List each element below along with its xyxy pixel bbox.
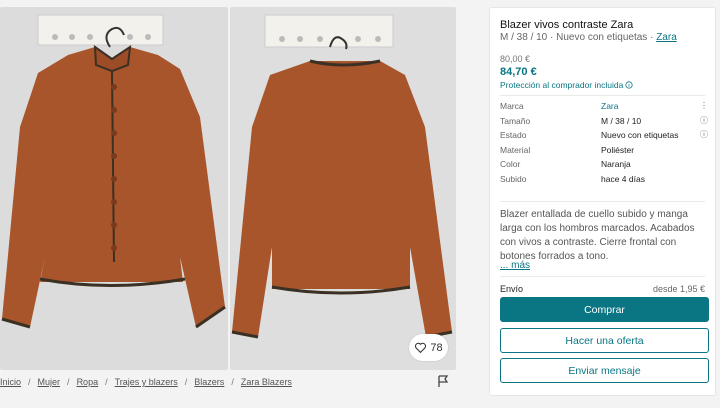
buy-button[interactable]: Comprar: [500, 297, 709, 322]
detail-value-brand[interactable]: Zara: [601, 101, 618, 111]
detail-key: Tamaño: [500, 115, 531, 126]
report-flag-icon[interactable]: [437, 375, 449, 388]
item-price: 80,00 €: [500, 54, 531, 64]
details-table: Marca Zara ⋮ Tamaño M / 38 / 10 ⓘ Estado…: [500, 101, 710, 188]
info-icon[interactable]: ⓘ: [700, 131, 708, 139]
info-icon: [625, 81, 633, 89]
shipping-label: Envío: [500, 284, 524, 294]
info-icon[interactable]: ⓘ: [700, 116, 708, 125]
listing-subtitle: M / 38 / 10 · Nuevo con etiquetas · Zara: [500, 32, 677, 43]
send-message-button[interactable]: Enviar mensaje: [500, 358, 709, 383]
detail-value: Poliéster: [601, 144, 635, 155]
breadcrumb-blazers[interactable]: Blazers: [194, 377, 224, 387]
breadcrumb: Inicio / Mujer / Ropa / Trajes y blazers / B…: [0, 377, 292, 387]
breadcrumb-separator: /: [28, 377, 31, 387]
detail-row: Color Naranja: [500, 159, 710, 174]
breadcrumb-separator: /: [105, 377, 108, 387]
buyer-protection[interactable]: Protección al comprador incluida: [500, 80, 633, 90]
detail-key: Subido: [500, 173, 527, 184]
size-condition-text: M / 38 / 10 · Nuevo con etiquetas ·: [500, 32, 657, 43]
more-options-icon[interactable]: ⋮: [700, 102, 708, 110]
detail-row: Subido hace 4 días: [500, 174, 710, 189]
description-text: Blazer entallada de cuello subido y mang…: [500, 209, 695, 262]
product-photo-back[interactable]: [230, 7, 456, 370]
favorite-button[interactable]: 78: [409, 334, 448, 361]
breadcrumb-separator: /: [231, 377, 234, 387]
detail-row: Tamaño M / 38 / 10 ⓘ: [500, 116, 710, 131]
detail-key: Marca: [500, 101, 524, 111]
shipping-price: desde 1,95 €: [652, 284, 705, 294]
detail-row: Material Poliéster: [500, 145, 710, 160]
detail-row: Marca Zara ⋮: [500, 101, 710, 116]
heart-icon: [415, 342, 427, 354]
breadcrumb-ropa[interactable]: Ropa: [77, 377, 99, 387]
buyer-protection-label: Protección al comprador incluida: [500, 80, 624, 90]
jacket-back-image: [230, 7, 456, 370]
detail-key: Material: [500, 144, 531, 155]
detail-key: Estado: [500, 130, 527, 140]
divider: [500, 95, 705, 96]
detail-row: Estado Nuevo con etiquetas ⓘ: [500, 130, 710, 145]
detail-value: hace 4 días: [601, 173, 645, 184]
breadcrumb-mujer[interactable]: Mujer: [38, 377, 61, 387]
make-offer-button[interactable]: Hacer una oferta: [500, 328, 709, 353]
detail-value: Nuevo con etiquetas: [601, 130, 679, 140]
detail-value: M / 38 / 10: [601, 115, 642, 126]
show-more-link[interactable]: ... más: [500, 260, 530, 271]
detail-key: Color: [500, 159, 521, 169]
detail-value: Naranja: [601, 159, 631, 169]
divider: [500, 201, 705, 202]
breadcrumb-trajes[interactable]: Trajes y blazers: [115, 377, 178, 387]
listing-panel: Blazer vivos contraste Zara M / 38 / 10 …: [489, 7, 716, 396]
listing-title: Blazer vivos contraste Zara: [500, 19, 634, 31]
jacket-front-image: [0, 7, 228, 370]
breadcrumb-separator: /: [184, 377, 188, 387]
favorite-count: 78: [430, 341, 443, 354]
total-price: 84,70 €: [500, 66, 537, 78]
breadcrumb-inicio[interactable]: Inicio: [0, 377, 21, 387]
divider: [500, 276, 705, 277]
breadcrumb-zara-blazers[interactable]: Zara Blazers: [241, 377, 292, 387]
product-photo-front[interactable]: [0, 7, 228, 370]
breadcrumb-separator: /: [67, 377, 70, 387]
brand-link[interactable]: Zara: [656, 32, 677, 43]
